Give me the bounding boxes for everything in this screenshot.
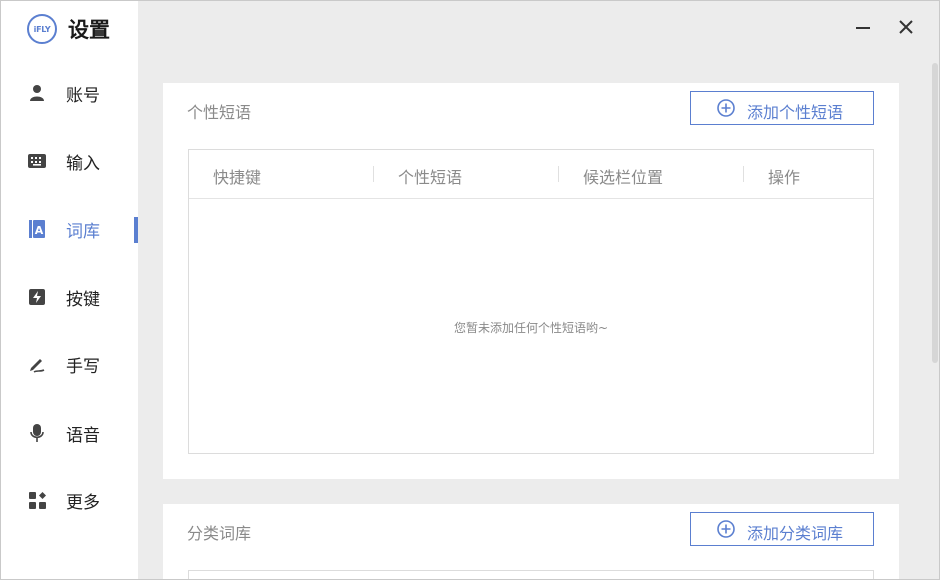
close-icon <box>898 19 914 39</box>
add-category-lexicon-button[interactable]: 添加分类词库 <box>690 512 874 546</box>
sidebar-item-more[interactable]: 更多 <box>1 480 138 520</box>
add-button-label: 添加个性短语 <box>747 103 844 122</box>
empty-state-message: 您暂未添加任何个性短语哟~ <box>453 321 609 335</box>
column-header-position: 候选栏位置 <box>583 168 664 187</box>
settings-window: iFLY 设置 账号 输入 A 词库 按键 手写 语音 更多 个性短语 添加个性… <box>0 0 940 580</box>
pen-icon <box>28 355 46 373</box>
sidebar: iFLY 设置 账号 输入 A 词库 按键 手写 语音 更多 <box>1 1 138 579</box>
close-button[interactable] <box>892 15 920 43</box>
section-title: 个性短语 <box>187 103 252 122</box>
sidebar-item-input[interactable]: 输入 <box>1 141 138 181</box>
custom-phrases-table: 快捷键 个性短语 候选栏位置 操作 您暂未添加任何个性短语哟~ <box>188 149 874 454</box>
key-icon <box>28 288 46 306</box>
iflytek-logo: iFLY <box>27 14 57 44</box>
window-title: 设置 <box>68 18 110 42</box>
add-custom-phrase-button[interactable]: 添加个性短语 <box>690 91 874 125</box>
column-header-shortcut: 快捷键 <box>213 168 262 187</box>
column-header-phrase: 个性短语 <box>398 168 463 187</box>
category-lexicon-section: 分类词库 添加分类词库 <box>163 504 899 579</box>
active-indicator <box>134 217 138 243</box>
minimize-button[interactable] <box>849 15 877 43</box>
sidebar-item-label: 按键 <box>66 289 100 310</box>
add-circle-icon <box>717 520 735 538</box>
column-divider <box>743 166 744 182</box>
column-header-actions: 操作 <box>768 168 801 187</box>
more-grid-icon <box>28 491 46 509</box>
sidebar-item-label: 更多 <box>66 492 100 513</box>
sidebar-item-handwriting[interactable]: 手写 <box>1 344 138 384</box>
table-header: 快捷键 个性短语 候选栏位置 操作 <box>189 150 873 199</box>
sidebar-item-label: 手写 <box>66 356 100 377</box>
brand: iFLY 设置 <box>27 13 110 45</box>
sidebar-item-lexicon[interactable]: A 词库 <box>1 209 138 249</box>
category-lexicon-table <box>188 570 874 579</box>
custom-phrases-section: 个性短语 添加个性短语 快捷键 个性短语 候选栏位置 操作 您暂未添加任何个性短… <box>163 83 899 479</box>
svg-text:A: A <box>35 224 44 237</box>
minimize-icon <box>855 19 871 39</box>
column-divider <box>558 166 559 182</box>
add-circle-icon <box>717 99 735 117</box>
sidebar-item-label: 词库 <box>66 221 100 242</box>
keyboard-icon <box>28 152 46 170</box>
scrollbar[interactable] <box>932 63 938 363</box>
sidebar-item-label: 账号 <box>66 85 100 106</box>
sidebar-item-keys[interactable]: 按键 <box>1 277 138 317</box>
sidebar-item-label: 输入 <box>66 153 100 174</box>
lexicon-icon: A <box>28 220 46 238</box>
add-button-label: 添加分类词库 <box>747 524 844 543</box>
sidebar-item-voice[interactable]: 语音 <box>1 413 138 453</box>
section-title: 分类词库 <box>187 524 252 543</box>
sidebar-item-account[interactable]: 账号 <box>1 73 138 113</box>
column-divider <box>373 166 374 182</box>
sidebar-item-label: 语音 <box>66 425 100 446</box>
user-icon <box>28 84 46 102</box>
mic-icon <box>28 424 46 442</box>
